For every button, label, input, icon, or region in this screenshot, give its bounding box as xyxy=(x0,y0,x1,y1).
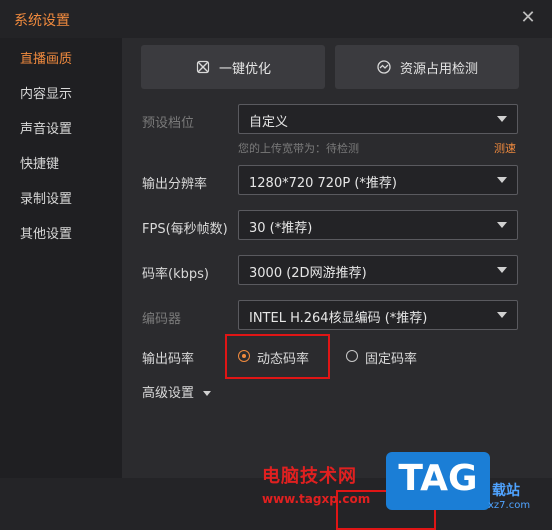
chevron-down-icon xyxy=(497,116,507,122)
sidebar-item-other[interactable]: 其他设置 xyxy=(20,223,72,242)
encoder-value: INTEL H.264核显编码 (*推荐) xyxy=(249,311,428,326)
preset-select[interactable]: 自定义 xyxy=(238,104,518,134)
sidebar-item-video-quality[interactable]: 直播画质 xyxy=(20,48,72,67)
fixed-bitrate-label[interactable]: 固定码率 xyxy=(365,348,417,367)
caret-down-icon xyxy=(203,391,212,396)
one-click-optimize-button[interactable]: 一键优化 xyxy=(141,45,325,89)
watermark-url: www.tagxp.com xyxy=(262,492,371,506)
chevron-down-icon xyxy=(497,222,507,228)
fps-label: FPS(每秒帧数) xyxy=(142,222,228,237)
title-bar: 系统设置 ✕ xyxy=(0,0,552,38)
resolution-value: 1280*720 720P (*推荐) xyxy=(249,176,397,191)
encoder-select[interactable]: INTEL H.264核显编码 (*推荐) xyxy=(238,300,518,330)
optimize-icon xyxy=(196,60,210,74)
advanced-label: 高级设置 xyxy=(142,386,195,401)
encoder-label: 编码器 xyxy=(142,312,182,327)
preset-label: 预设档位 xyxy=(142,116,195,131)
sidebar-item-shortcuts[interactable]: 快捷键 xyxy=(20,153,59,172)
bitrate-select[interactable]: 3000 (2D网游推荐) xyxy=(238,255,518,285)
upload-bandwidth-hint: 您的上传宽带为：待检测 xyxy=(238,142,359,155)
optimize-label: 一键优化 xyxy=(218,61,271,77)
window-title: 系统设置 xyxy=(14,13,70,29)
watermark-text: 电脑技术网 xyxy=(262,466,357,487)
close-icon[interactable]: ✕ xyxy=(518,8,538,28)
sidebar-item-recording[interactable]: 录制设置 xyxy=(20,188,72,207)
resource-check-button[interactable]: 资源占用检测 xyxy=(335,45,519,89)
sidebar-item-content-display[interactable]: 内容显示 xyxy=(20,83,72,102)
fps-select[interactable]: 30 (*推荐) xyxy=(238,210,518,240)
watermark-logo-text: TAG xyxy=(398,458,478,499)
chevron-down-icon xyxy=(497,312,507,318)
resolution-select[interactable]: 1280*720 720P (*推荐) xyxy=(238,165,518,195)
monitor-icon xyxy=(377,60,391,74)
fixed-bitrate-radio[interactable] xyxy=(346,350,358,362)
watermark-xz: 载站 xyxy=(492,483,520,499)
chevron-down-icon xyxy=(497,267,507,273)
settings-sidebar: 直播画质 内容显示 声音设置 快捷键 录制设置 其他设置 xyxy=(0,38,122,478)
bitrate-value: 3000 (2D网游推荐) xyxy=(249,266,367,281)
watermark-logo: TAG xyxy=(386,452,490,510)
highlight-box xyxy=(225,334,330,379)
advanced-settings-toggle[interactable]: 高级设置 xyxy=(142,382,212,401)
resolution-label: 输出分辨率 xyxy=(142,177,208,192)
bitrate-label: 码率(kbps) xyxy=(142,267,209,282)
sidebar-item-audio[interactable]: 声音设置 xyxy=(20,118,72,137)
watermark-site: xz7.com xyxy=(488,500,531,511)
speed-test-link[interactable]: 测速 xyxy=(494,140,516,156)
rate-mode-label: 输出码率 xyxy=(142,352,195,367)
chevron-down-icon xyxy=(497,177,507,183)
resource-label: 资源占用检测 xyxy=(399,61,478,77)
preset-value: 自定义 xyxy=(249,115,289,130)
fps-value: 30 (*推荐) xyxy=(249,221,313,236)
